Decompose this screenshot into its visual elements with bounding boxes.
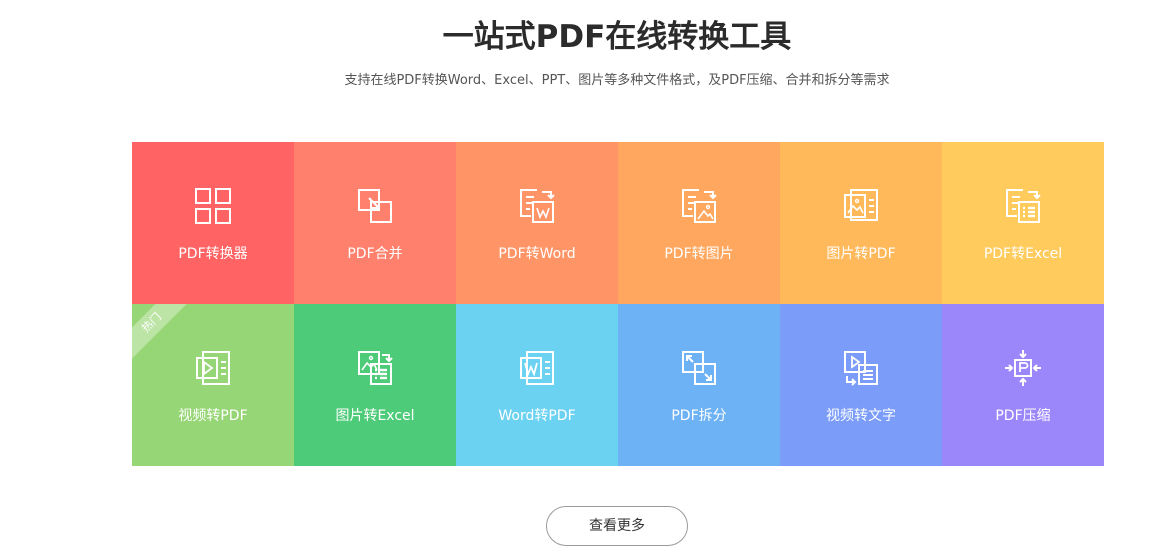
video-to-pdf-icon — [193, 348, 233, 388]
tool-label: PDF转Word — [498, 246, 576, 262]
view-more-button[interactable]: 查看更多 — [546, 506, 688, 546]
hot-badge: 热门 — [132, 304, 196, 367]
image-to-pdf-icon — [841, 186, 881, 226]
word-to-pdf-icon — [517, 348, 557, 388]
tool-label: 视频转PDF — [178, 408, 248, 424]
tools-grid: PDF转换器 PDF合并 PDF转Word PDF转图片 图片转PDF PDF转… — [132, 142, 1104, 466]
tool-label: PDF转换器 — [178, 246, 248, 262]
tool-tile-pdf-merge[interactable]: PDF合并 — [294, 142, 456, 304]
pdf-to-image-icon — [679, 186, 719, 226]
tool-label: 图片转Excel — [335, 408, 415, 424]
tool-label: PDF转Excel — [983, 246, 1063, 262]
tool-label: PDF压缩 — [995, 408, 1051, 424]
merge-icon — [355, 186, 395, 226]
tool-tile-pdf-to-image[interactable]: PDF转图片 — [618, 142, 780, 304]
tool-tile-pdf-to-word[interactable]: PDF转Word — [456, 142, 618, 304]
page: 一站式PDF在线转换工具 支持在线PDF转换Word、Excel、PPT、图片等… — [0, 0, 1174, 551]
tool-label: PDF转图片 — [664, 246, 734, 262]
tool-tile-pdf-compress[interactable]: PDF压缩 — [942, 304, 1104, 466]
tool-tile-video-to-pdf[interactable]: 热门 视频转PDF — [132, 304, 294, 466]
tool-label: Word转PDF — [498, 408, 576, 424]
image-to-excel-icon — [355, 348, 395, 388]
tool-tile-pdf-to-excel[interactable]: PDF转Excel — [942, 142, 1104, 304]
compress-icon — [1003, 348, 1043, 388]
grid-icon — [193, 186, 233, 226]
tool-label: 视频转文字 — [826, 408, 896, 424]
tool-label: 图片转PDF — [826, 246, 896, 262]
video-to-text-icon — [841, 348, 881, 388]
tool-tile-image-to-pdf[interactable]: 图片转PDF — [780, 142, 942, 304]
tool-tile-pdf-converter[interactable]: PDF转换器 — [132, 142, 294, 304]
pdf-to-excel-icon — [1003, 186, 1043, 226]
split-icon — [679, 348, 719, 388]
page-subtitle: 支持在线PDF转换Word、Excel、PPT、图片等多种文件格式，及PDF压缩… — [344, 73, 890, 88]
tool-tile-pdf-split[interactable]: PDF拆分 — [618, 304, 780, 466]
tool-label: PDF拆分 — [671, 408, 727, 424]
page-title: 一站式PDF在线转换工具 — [442, 19, 792, 55]
tool-label: PDF合并 — [347, 246, 403, 262]
tool-tile-word-to-pdf[interactable]: Word转PDF — [456, 304, 618, 466]
tool-tile-video-to-text[interactable]: 视频转文字 — [780, 304, 942, 466]
tool-tile-image-to-excel[interactable]: 图片转Excel — [294, 304, 456, 466]
pdf-to-word-icon — [517, 186, 557, 226]
